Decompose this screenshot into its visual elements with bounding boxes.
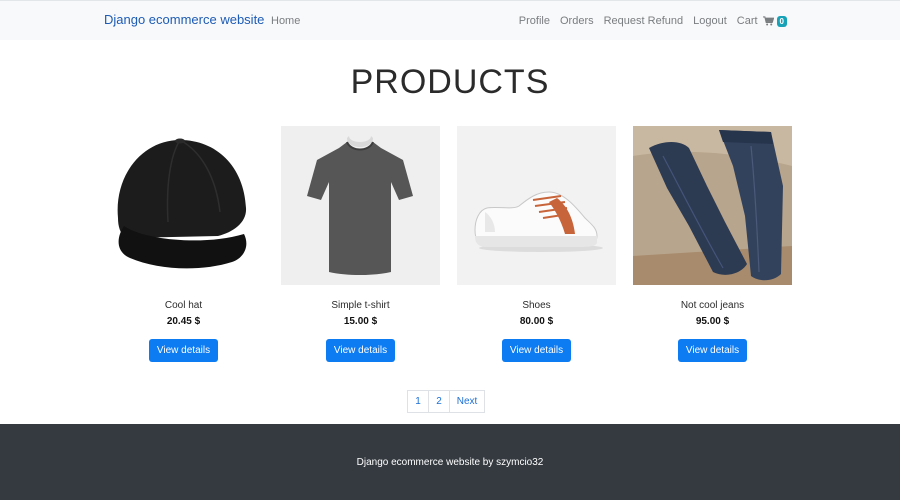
- product-card-simple-tshirt: Simple t-shirt 15.00 $ View details: [281, 126, 440, 362]
- nav-home-link[interactable]: Home: [271, 15, 300, 27]
- product-name: Shoes: [522, 300, 551, 311]
- product-name: Not cool jeans: [680, 300, 745, 311]
- brand-link[interactable]: Django ecommerce website: [104, 12, 264, 27]
- nav-cart-link[interactable]: Cart 0: [737, 15, 787, 27]
- blue-jeans-image[interactable]: [633, 126, 792, 285]
- product-price: 95.00 $: [695, 316, 730, 327]
- view-details-button[interactable]: View details: [677, 339, 748, 362]
- view-details-button[interactable]: View details: [501, 339, 572, 362]
- page-link-2[interactable]: 2: [428, 390, 450, 413]
- grey-tshirt-image[interactable]: [281, 126, 440, 285]
- product-price: 15.00 $: [343, 316, 378, 327]
- product-card-cool-hat: Cool hat 20.45 $ View details: [104, 126, 263, 362]
- product-name: Simple t-shirt: [331, 300, 390, 311]
- pagination: 1 2 Next: [407, 390, 485, 413]
- nav-right-menu: Profile Orders Request Refund Logout Car…: [509, 15, 787, 27]
- nav-orders-link[interactable]: Orders: [560, 15, 594, 27]
- nav-logout-link[interactable]: Logout: [693, 15, 727, 27]
- cart-label: Cart: [736, 15, 758, 27]
- view-details-button[interactable]: View details: [148, 339, 219, 362]
- product-price: 80.00 $: [519, 316, 554, 327]
- product-card-shoes: Shoes 80.00 $ View details: [457, 126, 616, 362]
- nav-request-refund-link[interactable]: Request Refund: [604, 15, 684, 27]
- view-details-button[interactable]: View details: [325, 339, 396, 362]
- footer-text: Django ecommerce website by szymcio32: [356, 457, 544, 468]
- page-title: PRODUCTS: [350, 63, 550, 101]
- black-cap-image[interactable]: [104, 126, 263, 285]
- page-link-1[interactable]: 1: [407, 390, 429, 413]
- nav-profile-link[interactable]: Profile: [519, 15, 550, 27]
- shopping-cart-icon: [762, 16, 774, 26]
- product-name: Cool hat: [164, 300, 203, 311]
- navbar: Django ecommerce website Home Profile Or…: [0, 0, 900, 40]
- white-sneaker-image[interactable]: [457, 126, 616, 285]
- page-link-next[interactable]: Next: [449, 390, 485, 413]
- product-card-not-cool-jeans: Not cool jeans 95.00 $ View details: [633, 126, 792, 362]
- cart-count-badge: 0: [776, 15, 787, 27]
- product-price: 20.45 $: [166, 316, 201, 327]
- footer: Django ecommerce website by szymcio32: [0, 424, 900, 500]
